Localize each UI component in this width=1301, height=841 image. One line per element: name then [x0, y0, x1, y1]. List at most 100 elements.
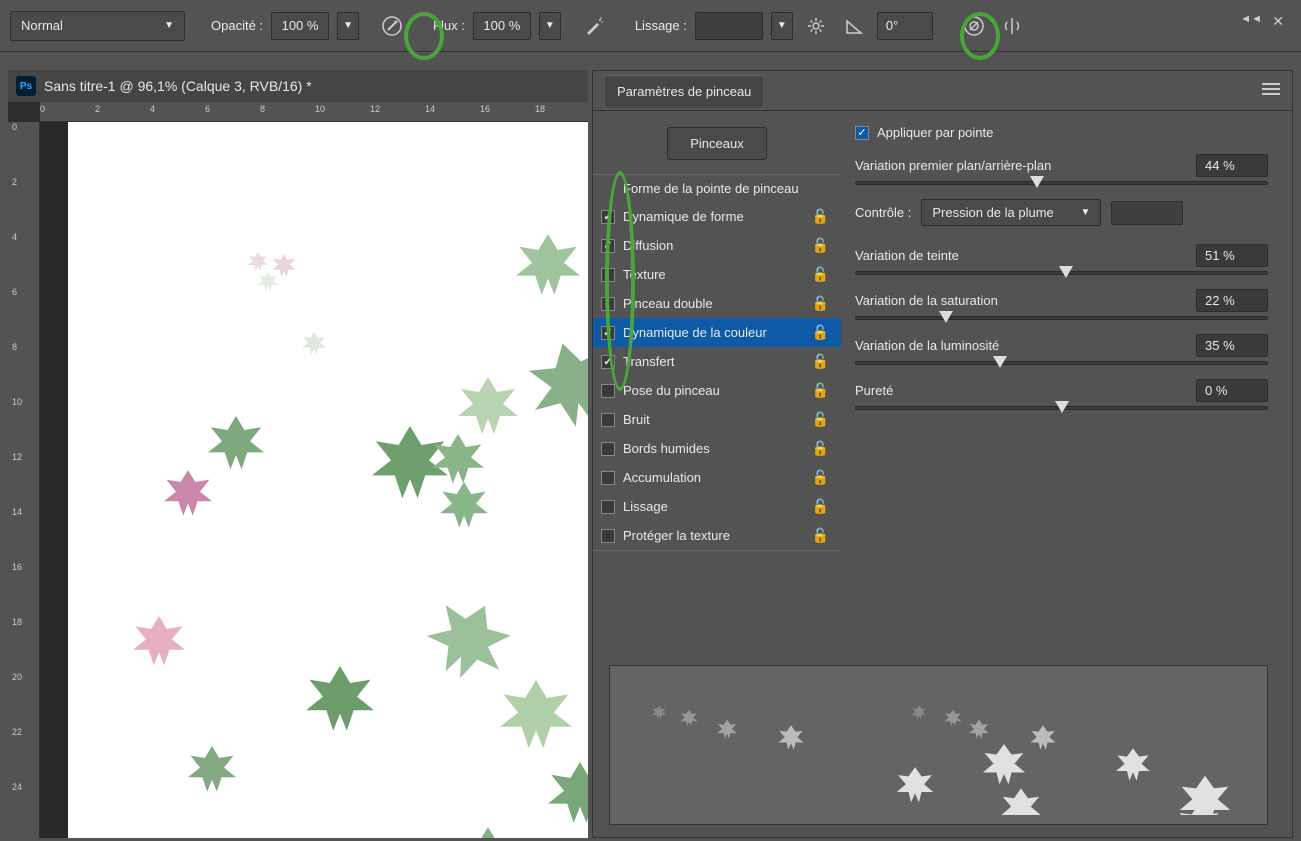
angle-icon[interactable] [839, 11, 869, 41]
ruler-tick: 4 [150, 104, 155, 114]
opacity-value[interactable]: 100 % [271, 12, 329, 40]
brush-option-checkbox[interactable] [601, 529, 615, 543]
flux-value[interactable]: 100 % [473, 12, 531, 40]
flux-dropdown[interactable]: ▼ [539, 12, 561, 40]
brush-option-checkbox[interactable] [601, 326, 615, 340]
panel-menu-icon[interactable] [1262, 82, 1280, 99]
panel-tab[interactable]: Paramètres de pinceau [605, 75, 763, 107]
ruler-vertical: 024681012141618202224 [8, 122, 40, 838]
lock-icon[interactable]: 🔓 [812, 382, 829, 399]
brush-option-checkbox[interactable] [601, 384, 615, 398]
ruler-tick: 12 [370, 104, 380, 114]
lock-icon[interactable]: 🔓 [812, 527, 829, 544]
brush-option-row[interactable]: Lissage🔓 [593, 492, 841, 521]
brush-option-row[interactable]: Accumulation 🔓 [593, 463, 841, 492]
brush-option-checkbox[interactable] [601, 210, 615, 224]
brush-option-row[interactable]: Dynamique de la couleur🔓 [593, 318, 841, 347]
ruler-tick: 8 [12, 342, 17, 352]
lock-icon[interactable]: 🔓 [812, 208, 829, 225]
panel-close-icon[interactable]: ✕ [1272, 13, 1284, 30]
saturation-value[interactable]: 22 % [1196, 289, 1268, 312]
lock-icon[interactable]: 🔓 [812, 295, 829, 312]
lock-icon[interactable]: 🔓 [812, 440, 829, 457]
chevron-down-icon: ▼ [164, 20, 174, 31]
symmetry-icon[interactable] [997, 11, 1027, 41]
brush-option-checkbox[interactable] [601, 500, 615, 514]
brush-preview [609, 665, 1268, 825]
fg-bg-slider[interactable] [855, 181, 1268, 185]
brush-option-row[interactable]: Transfert🔓 [593, 347, 841, 376]
panel-collapse-icon[interactable]: ◄◄ [1240, 13, 1262, 25]
brush-option-row[interactable]: Bruit🔓 [593, 405, 841, 434]
brightness-value[interactable]: 35 % [1196, 334, 1268, 357]
saturation-slider[interactable] [855, 316, 1268, 320]
hue-value[interactable]: 51 % [1196, 244, 1268, 267]
brush-option-checkbox[interactable] [601, 471, 615, 485]
brightness-slider[interactable] [855, 361, 1268, 365]
canvas[interactable] [68, 122, 588, 838]
pressure-size-icon[interactable] [959, 11, 989, 41]
ruler-tick: 18 [535, 104, 545, 114]
ruler-horizontal: 024681012141618 [40, 102, 588, 122]
brush-option-row[interactable]: Pinceau double 🔓 [593, 289, 841, 318]
ruler-tick: 6 [205, 104, 210, 114]
airbrush-icon[interactable] [579, 11, 609, 41]
smoothing-dropdown[interactable]: ▼ [771, 12, 793, 40]
hue-label: Variation de teinte [855, 248, 959, 263]
hue-slider[interactable] [855, 271, 1268, 275]
brush-option-checkbox[interactable] [601, 355, 615, 369]
brush-option-checkbox[interactable] [601, 413, 615, 427]
brush-option-row[interactable]: Dynamique de forme🔓 [593, 202, 841, 231]
apply-per-tip-checkbox[interactable] [855, 126, 869, 140]
brush-settings-panel: ◄◄ ✕ Paramètres de pinceau Pinceaux Form… [592, 70, 1293, 838]
lock-icon[interactable]: 🔓 [812, 237, 829, 254]
pressure-opacity-icon[interactable] [377, 11, 407, 41]
purity-group: Pureté 0 % [855, 379, 1268, 410]
angle-value[interactable]: 0° [877, 12, 933, 40]
canvas-artwork [68, 122, 588, 838]
brush-option-label: Forme de la pointe de pinceau [623, 181, 833, 196]
opacity-label: Opacité : [211, 18, 263, 33]
ruler-tick: 0 [40, 104, 45, 114]
blend-mode-select[interactable]: Normal ▼ [10, 11, 185, 41]
lock-icon[interactable]: 🔓 [812, 411, 829, 428]
ruler-tick: 14 [425, 104, 435, 114]
brush-option-checkbox[interactable] [601, 297, 615, 311]
opacity-dropdown[interactable]: ▼ [337, 12, 359, 40]
brush-option-checkbox[interactable] [601, 239, 615, 253]
ruler-tick: 6 [12, 287, 17, 297]
brush-option-label: Accumulation [623, 470, 804, 485]
canvas-area[interactable] [40, 122, 588, 838]
lock-icon[interactable]: 🔓 [812, 469, 829, 486]
brush-option-row[interactable]: Bords humides🔓 [593, 434, 841, 463]
lock-icon[interactable]: 🔓 [812, 353, 829, 370]
brush-option-label: Texture [623, 267, 804, 282]
brush-option-row[interactable]: Texture 🔓 [593, 260, 841, 289]
lock-icon[interactable]: 🔓 [812, 498, 829, 515]
brush-option-checkbox[interactable] [601, 442, 615, 456]
ruler-tick: 22 [12, 727, 22, 737]
purity-value[interactable]: 0 % [1196, 379, 1268, 402]
purity-slider[interactable] [855, 406, 1268, 410]
ruler-tick: 18 [12, 617, 22, 627]
control-select[interactable]: Pression de la plume ▼ [921, 199, 1101, 226]
brush-option-row[interactable]: Protéger la texture🔓 [593, 521, 841, 550]
brush-option-row[interactable]: Diffusion🔓 [593, 231, 841, 260]
lock-icon[interactable]: 🔓 [812, 266, 829, 283]
brush-option-row[interactable]: Forme de la pointe de pinceau [593, 175, 841, 202]
brushes-button[interactable]: Pinceaux [667, 127, 767, 160]
purity-label: Pureté [855, 383, 893, 398]
lock-icon[interactable]: 🔓 [812, 324, 829, 341]
gear-icon[interactable] [801, 11, 831, 41]
smoothing-value[interactable] [695, 12, 763, 40]
saturation-label: Variation de la saturation [855, 293, 998, 308]
smoothing-label: Lissage : [635, 18, 687, 33]
apply-per-tip-row[interactable]: Appliquer par pointe [855, 125, 1268, 140]
brightness-label: Variation de la luminosité [855, 338, 999, 353]
brush-option-checkbox[interactable] [601, 268, 615, 282]
fg-bg-value[interactable]: 44 % [1196, 154, 1268, 177]
brush-options-list: Forme de la pointe de pinceau Dynamique d… [593, 174, 841, 551]
brush-option-label: Pinceau double [623, 296, 804, 311]
brush-option-row[interactable]: Pose du pinceau🔓 [593, 376, 841, 405]
ruler-tick: 10 [315, 104, 325, 114]
